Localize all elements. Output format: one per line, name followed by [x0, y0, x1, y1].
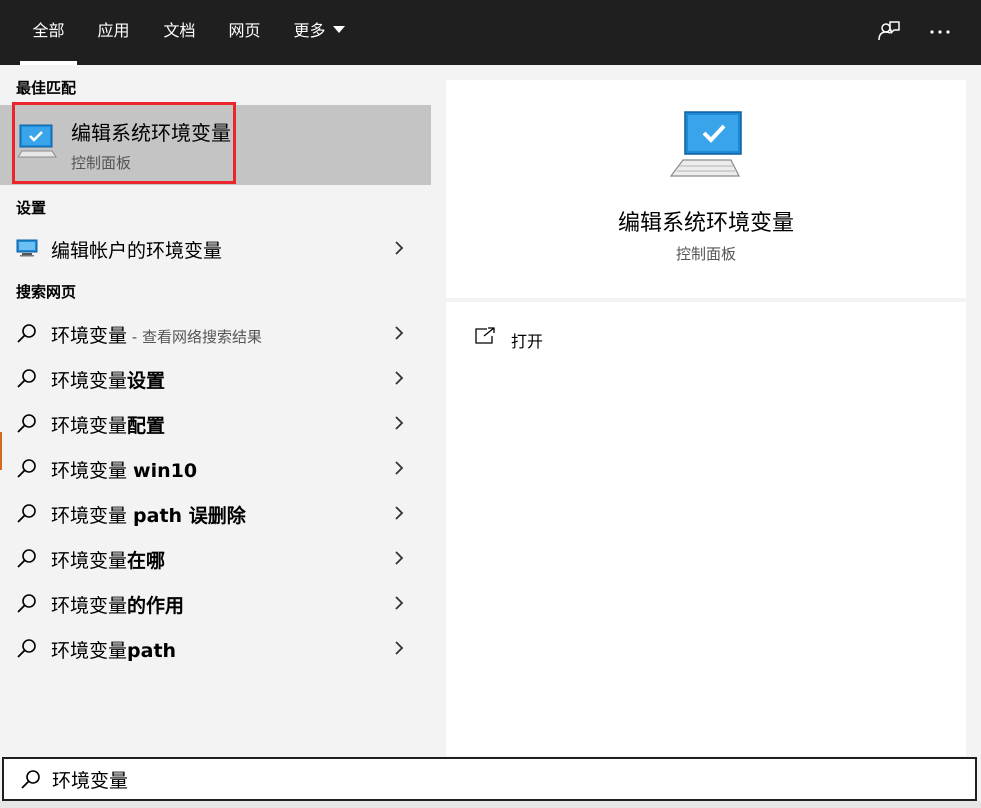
results-pane: 最佳匹配 编辑系统环境变量 控制面板 设置 编辑帐户的环境变量 搜索网页 环境变… [0, 65, 431, 756]
query-text: 环境变量 [51, 550, 128, 572]
taskbar-strip [0, 801, 981, 808]
chevron-right-icon [393, 460, 405, 480]
query-text: 环境变量 [51, 370, 128, 392]
more-options-icon [930, 30, 950, 34]
settings-item-edit-user-env[interactable]: 编辑帐户的环境变量 [0, 226, 431, 271]
search-icon [16, 638, 38, 664]
tab-documents[interactable]: 文档 [152, 0, 207, 65]
web-result-text: 环境变量设置 [51, 366, 165, 393]
web-result-item[interactable]: 环境变量的作用 [0, 581, 431, 626]
chevron-right-icon [393, 640, 405, 660]
search-icon [16, 413, 38, 439]
window-edge-accent [0, 432, 2, 470]
chevron-right-icon [393, 595, 405, 615]
search-input[interactable] [52, 765, 932, 793]
settings-item-label: 编辑帐户的环境变量 [51, 240, 223, 262]
web-result-item[interactable]: 环境变量配置 [0, 401, 431, 446]
web-result-item[interactable]: 环境变量 - 查看网络搜索结果 [0, 311, 431, 356]
monitor-settings-icon [16, 239, 38, 261]
web-result-text: 环境变量 win10 [51, 456, 197, 483]
best-match-item[interactable]: 编辑系统环境变量 控制面板 [0, 105, 431, 185]
section-title-settings: 设置 [16, 199, 47, 217]
chevron-right-icon [393, 415, 405, 435]
tab-web[interactable]: 网页 [217, 0, 272, 65]
query-suffix: 在哪 [127, 550, 166, 572]
tab-label: 网页 [228, 21, 261, 40]
open-icon [474, 326, 496, 350]
search-icon [16, 368, 38, 394]
chevron-right-icon [393, 325, 405, 345]
query-suffix: - 查看网络搜索结果 [127, 328, 262, 346]
search-icon [16, 323, 38, 349]
search-icon [16, 593, 38, 619]
query-text: 环境变量 [51, 460, 134, 482]
web-result-item[interactable]: 环境变量 win10 [0, 446, 431, 491]
web-result-text: 环境变量path [51, 636, 176, 663]
tab-label: 文档 [163, 21, 196, 40]
search-icon [16, 458, 38, 484]
search-icon [16, 548, 38, 574]
query-suffix: path 误删除 [133, 505, 246, 527]
top-bar: 全部 应用 文档 网页 更多 [0, 0, 981, 65]
web-result-text: 环境变量 - 查看网络搜索结果 [51, 321, 262, 348]
tab-label: 全部 [32, 21, 65, 40]
search-icon [16, 503, 38, 529]
section-title-best-match: 最佳匹配 [16, 79, 77, 97]
tab-more[interactable]: 更多 [284, 0, 354, 65]
web-result-item[interactable]: 环境变量 path 误删除 [0, 491, 431, 536]
tab-label: 应用 [97, 21, 130, 40]
tab-label: 更多 [293, 21, 326, 40]
open-action[interactable]: 打开 [474, 322, 674, 356]
preview-subtitle: 控制面板 [675, 245, 736, 263]
tab-all[interactable]: 全部 [20, 0, 77, 65]
query-suffix: 的作用 [127, 595, 185, 617]
query-text: 环境变量 [51, 505, 134, 527]
caret-down-icon [332, 26, 345, 33]
monitor-check-icon [669, 110, 745, 186]
more-options-button[interactable] [922, 14, 958, 50]
feedback-icon [878, 21, 900, 41]
web-result-text: 环境变量 path 误删除 [51, 501, 246, 528]
preview-card: 编辑系统环境变量 控制面板 [446, 80, 966, 298]
monitor-check-icon [17, 123, 58, 163]
web-result-text: 环境变量在哪 [51, 546, 165, 573]
web-result-item[interactable]: 环境变量path [0, 626, 431, 671]
chevron-right-icon [393, 370, 405, 390]
query-text: 环境变量 [51, 415, 128, 437]
chevron-right-icon [393, 240, 405, 260]
web-result-item[interactable]: 环境变量在哪 [0, 536, 431, 581]
query-suffix: path [127, 640, 177, 662]
best-match-subtitle: 控制面板 [71, 154, 132, 172]
tab-apps[interactable]: 应用 [86, 0, 141, 65]
chevron-right-icon [393, 505, 405, 525]
search-bar [2, 757, 977, 801]
web-result-text: 环境变量的作用 [51, 591, 184, 618]
preview-title: 编辑系统环境变量 [617, 211, 794, 236]
best-match-title: 编辑系统环境变量 [71, 121, 231, 145]
query-text: 环境变量 [51, 595, 128, 617]
query-suffix: 配置 [127, 415, 166, 437]
open-action-label: 打开 [511, 332, 544, 351]
query-text: 环境变量 [51, 325, 128, 347]
query-text: 环境变量 [51, 640, 128, 662]
web-result-item[interactable]: 环境变量设置 [0, 356, 431, 401]
section-title-web: 搜索网页 [16, 283, 77, 301]
feedback-button[interactable] [870, 14, 906, 50]
actions-card [446, 302, 966, 756]
query-suffix: win10 [133, 460, 198, 482]
query-suffix: 设置 [127, 370, 166, 392]
chevron-right-icon [393, 550, 405, 570]
web-result-text: 环境变量配置 [51, 411, 165, 438]
search-icon [20, 769, 42, 795]
